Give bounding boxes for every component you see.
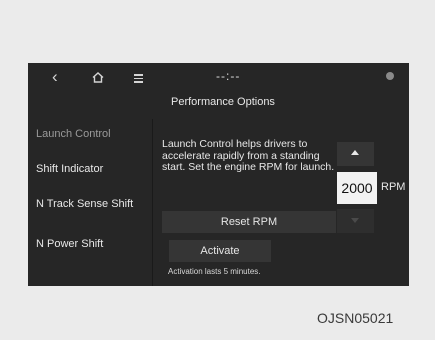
top-bar: ‹ --:--	[28, 63, 409, 91]
sidebar-item-n-power-shift[interactable]: N Power Shift	[36, 239, 146, 250]
page-title: Performance Options	[171, 96, 275, 108]
status-text: --:--	[216, 69, 241, 83]
menu-icon[interactable]	[134, 74, 143, 85]
figure-caption: OJSN05021	[317, 310, 394, 326]
activation-note: Activation lasts 5 minutes.	[168, 267, 261, 276]
reset-rpm-button[interactable]: Reset RPM	[162, 211, 336, 233]
sidebar-item-shift-indicator[interactable]: Shift Indicator	[36, 164, 146, 175]
panel-divider	[152, 119, 153, 286]
sidebar-item-n-track-sense-shift[interactable]: N Track Sense Shift	[36, 199, 146, 210]
home-icon[interactable]	[92, 71, 104, 87]
infotainment-screen: ‹ --:-- Performance Options Launch Contr…	[28, 63, 409, 286]
rpm-unit-label: RPM	[381, 181, 406, 193]
rpm-increase-button[interactable]	[337, 142, 374, 166]
rpm-decrease-button[interactable]	[337, 209, 374, 233]
description-text: Launch Control helps drivers to accelera…	[162, 138, 335, 173]
sidebar-item-launch-control[interactable]: Launch Control	[36, 129, 146, 140]
rpm-value: 2000	[337, 172, 377, 204]
corner-indicator-icon	[386, 72, 394, 80]
back-icon[interactable]: ‹	[52, 68, 58, 85]
activate-button[interactable]: Activate	[169, 240, 271, 262]
